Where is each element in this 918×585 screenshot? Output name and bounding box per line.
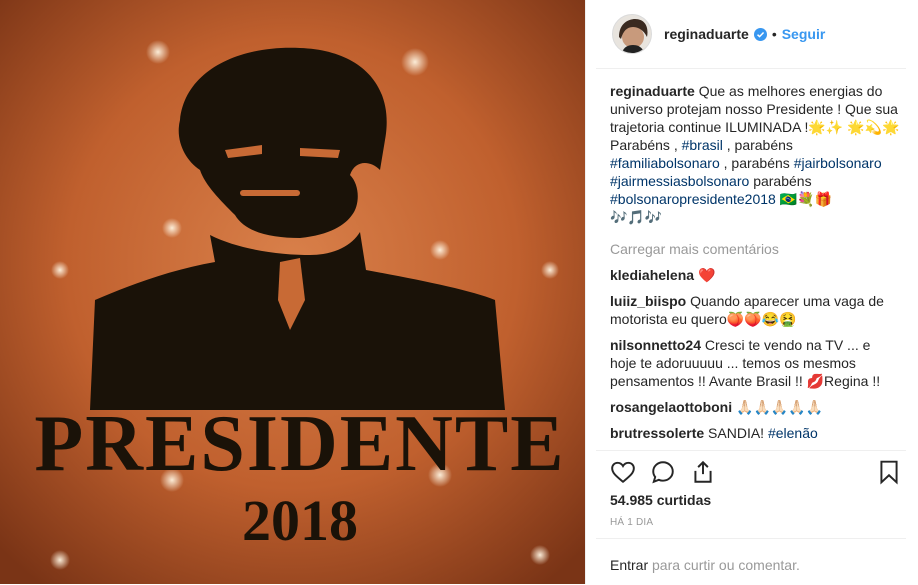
post-sidebar: reginaduarte • Seguir reginaduarte Que a… bbox=[596, 0, 918, 584]
comment-icon[interactable] bbox=[650, 459, 676, 485]
caption-text-7: 🎶🎵🎶 bbox=[610, 209, 663, 225]
login-link[interactable]: Entrar bbox=[610, 557, 648, 573]
comment-username[interactable]: klediahelena bbox=[610, 267, 694, 283]
comment-username[interactable]: luiiz_biispo bbox=[610, 293, 686, 309]
hashtag-jairmessiasbolsonaro[interactable]: #jairmessiasbolsonaro bbox=[610, 173, 749, 189]
verified-badge-icon bbox=[753, 27, 767, 41]
caption-text-6: 🇧🇷💐🎁 bbox=[779, 191, 832, 207]
hashtag-elenao[interactable]: #elenão bbox=[768, 425, 818, 441]
hashtag-familiabolsonaro[interactable]: #familiabolsonaro bbox=[610, 155, 720, 171]
stencil-portrait-image: PRESIDENTE 2018 bbox=[0, 0, 585, 584]
caption-text-4: , parabéns bbox=[723, 155, 790, 171]
image-text-presidente: PRESIDENTE bbox=[34, 400, 565, 488]
load-more-comments-button[interactable]: Carregar mais comentários bbox=[610, 240, 900, 258]
add-comment-prompt: para curtir ou comentar. bbox=[652, 557, 800, 573]
heart-icon[interactable] bbox=[610, 459, 636, 485]
bookmark-icon[interactable] bbox=[876, 459, 902, 485]
header-username[interactable]: reginaduarte bbox=[664, 26, 749, 42]
comment-username[interactable]: nilsonnetto24 bbox=[610, 337, 701, 353]
instagram-post: PRESIDENTE 2018 reginaduarte • Seguir re… bbox=[0, 0, 918, 584]
post-timestamp[interactable]: HÁ 1 DIA bbox=[610, 517, 653, 528]
caption-text-5: parabéns bbox=[753, 173, 812, 189]
header-dot: • bbox=[771, 26, 777, 42]
hashtag-bolsonaropresidente2018[interactable]: #bolsonaropresidente2018 bbox=[610, 191, 776, 207]
hashtag-brasil[interactable]: #brasil bbox=[682, 137, 723, 153]
post-header: reginaduarte • Seguir bbox=[596, 0, 906, 69]
avatar-image bbox=[613, 15, 651, 53]
comment: klediahelena ❤️ bbox=[610, 266, 900, 284]
comment-text: ❤️ bbox=[697, 267, 716, 283]
image-text-year: 2018 bbox=[242, 488, 358, 553]
comment: brutressolerte SANDIA! #elenão bbox=[610, 424, 900, 442]
follow-button[interactable]: Seguir bbox=[782, 26, 826, 42]
avatar[interactable] bbox=[612, 14, 652, 54]
likes-count[interactable]: 54.985 curtidas bbox=[610, 492, 711, 508]
caption: reginaduarte Que as melhores energias do… bbox=[610, 82, 900, 226]
comment: luiiz_biispo Quando aparecer uma vaga de… bbox=[610, 292, 900, 328]
action-bar bbox=[596, 450, 906, 491]
post-image[interactable]: PRESIDENTE 2018 bbox=[0, 0, 585, 584]
caption-text-3: , parabéns bbox=[726, 137, 793, 153]
caption-username[interactable]: reginaduarte bbox=[610, 83, 695, 99]
add-comment-bar: Entrar para curtir ou comentar. bbox=[596, 538, 906, 585]
comment-text: 🙏🏻🙏🏻🙏🏻🙏🏻🙏🏻 bbox=[736, 399, 824, 415]
comment-username[interactable]: rosangelaottoboni bbox=[610, 399, 732, 415]
comment: nilsonnetto24 Cresci te vendo na TV ... … bbox=[610, 336, 900, 390]
comment: rosangelaottoboni 🙏🏻🙏🏻🙏🏻🙏🏻🙏🏻 bbox=[610, 398, 900, 416]
hashtag-jairbolsonaro[interactable]: #jairbolsonaro bbox=[794, 155, 882, 171]
divider bbox=[585, 0, 586, 584]
share-icon[interactable] bbox=[690, 459, 716, 485]
comment-username[interactable]: brutressolerte bbox=[610, 425, 704, 441]
comment-text: SANDIA! bbox=[708, 425, 765, 441]
comments-section[interactable]: reginaduarte Que as melhores energias do… bbox=[610, 82, 900, 450]
